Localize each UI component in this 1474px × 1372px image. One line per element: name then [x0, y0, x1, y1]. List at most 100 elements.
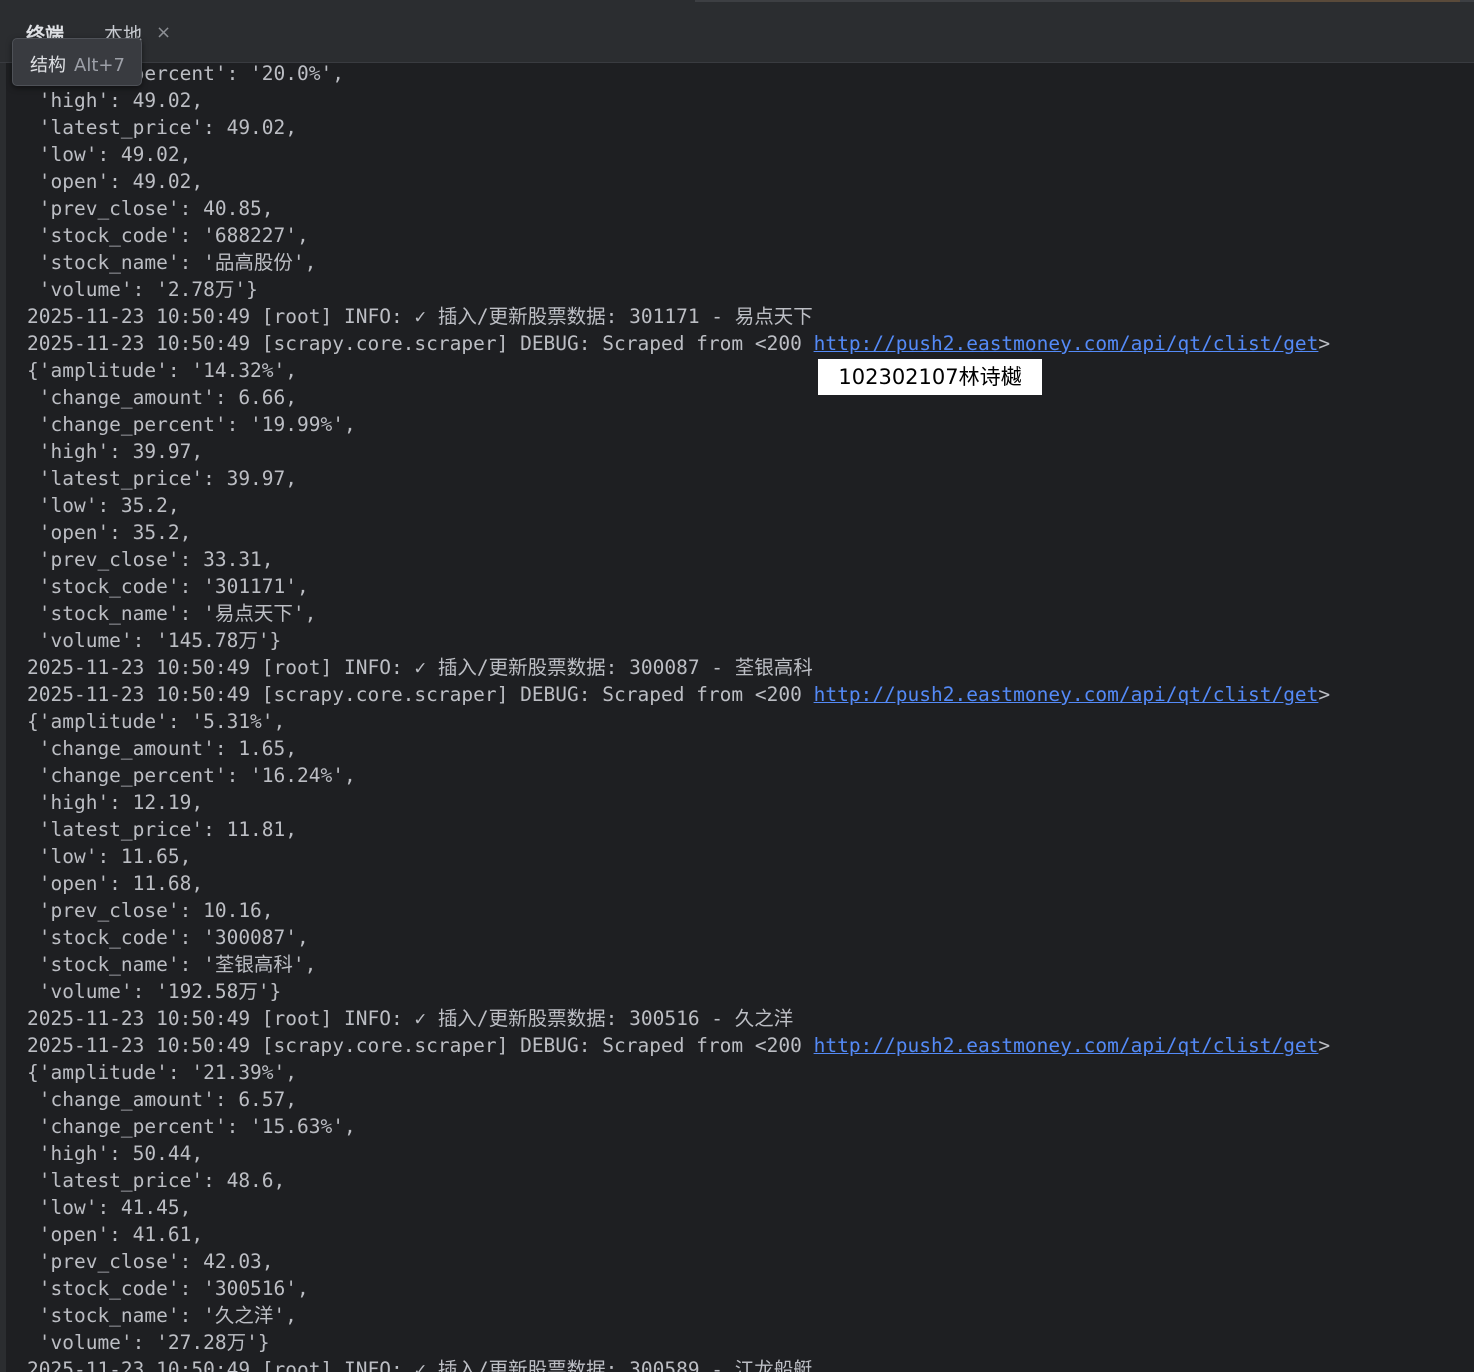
terminal-line-text: {'amplitude': '14.32%',	[27, 359, 298, 382]
terminal-line: {'amplitude': '5.31%',	[27, 708, 1467, 735]
terminal-line-text: 'low': 49.02,	[27, 143, 192, 166]
terminal-url-link[interactable]: http://push2.eastmoney.com/api/qt/clist/…	[814, 683, 1319, 706]
terminal-line: 'latest_price': 39.97,	[27, 465, 1467, 492]
terminal-line: 'change_amount': 6.66,	[27, 384, 1467, 411]
terminal-line-text: 'volume': '2.78万'}	[27, 278, 258, 301]
terminal-line: 'latest_price': 11.81,	[27, 816, 1467, 843]
terminal-line-text: 'high': 49.02,	[27, 89, 204, 112]
terminal-url-link[interactable]: http://push2.eastmoney.com/api/qt/clist/…	[814, 1034, 1319, 1057]
terminal-line-text: 2025-11-23 10:50:49 [root] INFO: ✓ 插入/更新…	[27, 1358, 813, 1372]
terminal-line-text: 'high': 12.19,	[27, 791, 204, 814]
terminal-line-text: 2025-11-23 10:50:49 [root] INFO: ✓ 插入/更新…	[27, 656, 813, 679]
terminal-line-text: 'open': 41.61,	[27, 1223, 204, 1246]
terminal-line: 'high': 50.44,	[27, 1140, 1467, 1167]
terminal-line: 'prev_close': 33.31,	[27, 546, 1467, 573]
tool-window-tabbar: 终端 本地 ×	[0, 0, 1474, 63]
terminal-line: 'stock_code': '300087',	[27, 924, 1467, 951]
terminal-line: 'stock_code': '688227',	[27, 222, 1467, 249]
terminal-line-text: 'stock_name': '品高股份',	[27, 251, 317, 274]
terminal-line-text: {'amplitude': '5.31%',	[27, 710, 286, 733]
terminal-line-text: 'low': 35.2,	[27, 494, 180, 517]
terminal-line: 2025-11-23 10:50:49 [root] INFO: ✓ 插入/更新…	[27, 1005, 1467, 1032]
terminal-line-suffix: >	[1318, 1034, 1331, 1057]
left-gutter	[0, 0, 6, 1372]
terminal-line-text: 'latest_price': 48.6,	[27, 1169, 286, 1192]
terminal-line-text: 'latest_price': 39.97,	[27, 467, 298, 490]
terminal-line: 'volume': '192.58万'}	[27, 978, 1467, 1005]
terminal-line-text: 'stock_name': '易点天下',	[27, 602, 317, 625]
terminal-line: 'open': 49.02,	[27, 168, 1467, 195]
terminal-line-text: 2025-11-23 10:50:49 [root] INFO: ✓ 插入/更新…	[27, 1007, 794, 1030]
terminal-line-text: 'volume': '27.28万'}	[27, 1331, 270, 1354]
terminal-line-text: 'stock_code': '301171',	[27, 575, 309, 598]
terminal-line: 'stock_name': '易点天下',	[27, 600, 1467, 627]
terminal-line: 2025-11-23 10:50:49 [root] INFO: ✓ 插入/更新…	[27, 1356, 1467, 1372]
terminal-line-text: 'prev_close': 40.85,	[27, 197, 274, 220]
terminal-line-text: 'open': 11.68,	[27, 872, 204, 895]
terminal-line-text: 'change_percent': '16.24%',	[27, 764, 356, 787]
terminal-line: 'high': 39.97,	[27, 438, 1467, 465]
terminal-line-text: 'change_percent': '19.99%',	[27, 413, 356, 436]
terminal-line-suffix: >	[1318, 683, 1331, 706]
terminal-line: 2025-11-23 10:50:49 [scrapy.core.scraper…	[27, 1032, 1467, 1059]
terminal-line-text: 'stock_name': '荃银高科',	[27, 953, 317, 976]
student-id-overlay: 102302107林诗樾	[818, 359, 1042, 395]
terminal-line: 'change_percent': '19.99%',	[27, 411, 1467, 438]
terminal-line-text: 'low': 11.65,	[27, 845, 192, 868]
tooltip-shortcut: Alt+7	[74, 55, 125, 76]
terminal-line: 'low': 41.45,	[27, 1194, 1467, 1221]
terminal-line-text: 'open': 49.02,	[27, 170, 204, 193]
terminal-line: 'change_percent': '15.63%',	[27, 1113, 1467, 1140]
terminal-line: 2025-11-23 10:50:49 [scrapy.core.scraper…	[27, 330, 1467, 357]
terminal-line: 'open': 11.68,	[27, 870, 1467, 897]
terminal-line-text: 'change_percent': '15.63%',	[27, 1115, 356, 1138]
terminal-line: 'stock_name': '荃银高科',	[27, 951, 1467, 978]
terminal-line-text: 'change_amount': 1.65,	[27, 737, 298, 760]
terminal-line: 'open': 41.61,	[27, 1221, 1467, 1248]
terminal-line: 'volume': '2.78万'}	[27, 276, 1467, 303]
terminal-line: 'stock_code': '301171',	[27, 573, 1467, 600]
terminal-line: 'change_percent': '20.0%',	[27, 60, 1467, 87]
terminal-line-text: 2025-11-23 10:50:49 [scrapy.core.scraper…	[27, 332, 814, 355]
terminal-line: {'amplitude': '21.39%',	[27, 1059, 1467, 1086]
terminal-line: 'high': 49.02,	[27, 87, 1467, 114]
terminal-line: 'change_amount': 6.57,	[27, 1086, 1467, 1113]
terminal-line: 'stock_code': '300516',	[27, 1275, 1467, 1302]
close-icon[interactable]: ×	[156, 22, 171, 43]
terminal-line-text: 'low': 41.45,	[27, 1196, 192, 1219]
terminal-line: 'change_amount': 1.65,	[27, 735, 1467, 762]
terminal-line: 'low': 35.2,	[27, 492, 1467, 519]
terminal-line: 'latest_price': 49.02,	[27, 114, 1467, 141]
terminal-line: 'volume': '145.78万'}	[27, 627, 1467, 654]
terminal-line-suffix: >	[1318, 332, 1331, 355]
terminal-line-text: {'amplitude': '21.39%',	[27, 1061, 298, 1084]
terminal-line: 'high': 12.19,	[27, 789, 1467, 816]
terminal-line-text: 'change_amount': 6.57,	[27, 1088, 298, 1111]
terminal-line-text: 'prev_close': 42.03,	[27, 1250, 274, 1273]
terminal-line-text: 'high': 39.97,	[27, 440, 204, 463]
terminal-line-text: 'stock_code': '300516',	[27, 1277, 309, 1300]
terminal-line: 2025-11-23 10:50:49 [root] INFO: ✓ 插入/更新…	[27, 303, 1467, 330]
terminal-line-text: 'open': 35.2,	[27, 521, 192, 544]
terminal-line: 'low': 11.65,	[27, 843, 1467, 870]
terminal-line-text: 'stock_code': '688227',	[27, 224, 309, 247]
terminal-line-text: 'prev_close': 10.16,	[27, 899, 274, 922]
terminal-line: 'volume': '27.28万'}	[27, 1329, 1467, 1356]
terminal-line: 'stock_name': '品高股份',	[27, 249, 1467, 276]
terminal-output[interactable]: 'change_percent': '20.0%', 'high': 49.02…	[27, 60, 1467, 1372]
terminal-url-link[interactable]: http://push2.eastmoney.com/api/qt/clist/…	[814, 332, 1319, 355]
terminal-line-text: 'stock_code': '300087',	[27, 926, 309, 949]
terminal-line-text: 2025-11-23 10:50:49 [scrapy.core.scraper…	[27, 1034, 814, 1057]
terminal-line: 2025-11-23 10:50:49 [scrapy.core.scraper…	[27, 681, 1467, 708]
terminal-line-text: 'volume': '192.58万'}	[27, 980, 282, 1003]
structure-tooltip: 结构 Alt+7	[12, 38, 142, 86]
terminal-line-text: 'stock_name': '久之洋',	[27, 1304, 297, 1327]
terminal-line: 'change_percent': '16.24%',	[27, 762, 1467, 789]
terminal-line: 'stock_name': '久之洋',	[27, 1302, 1467, 1329]
terminal-line: 'prev_close': 42.03,	[27, 1248, 1467, 1275]
terminal-line-text: 'change_amount': 6.66,	[27, 386, 298, 409]
terminal-line-text: 'prev_close': 33.31,	[27, 548, 274, 571]
terminal-line: 'prev_close': 40.85,	[27, 195, 1467, 222]
terminal-line-text: 'latest_price': 49.02,	[27, 116, 298, 139]
terminal-line-text: 2025-11-23 10:50:49 [root] INFO: ✓ 插入/更新…	[27, 305, 813, 328]
